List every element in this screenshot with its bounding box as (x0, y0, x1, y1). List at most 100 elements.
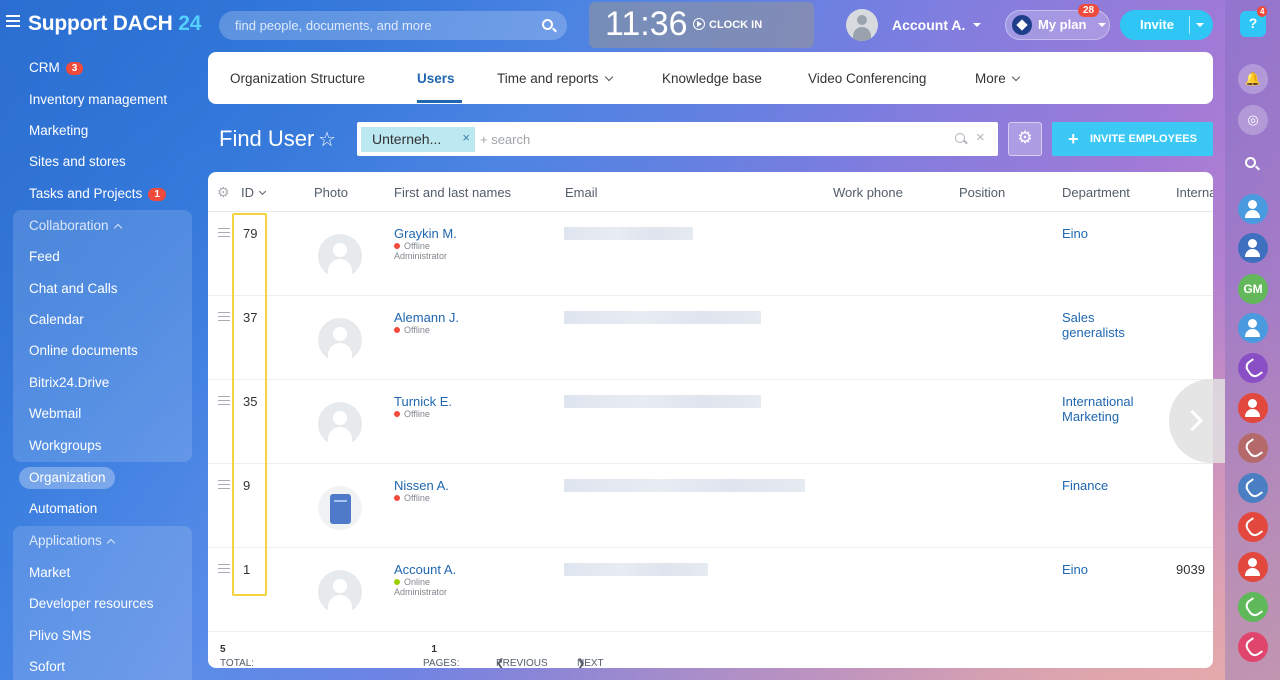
total-value: 5 (220, 644, 226, 655)
department-link[interactable]: Sales generalists (1062, 310, 1152, 340)
brand-logo[interactable]: Support DACH 24 (28, 12, 201, 36)
user-photo[interactable] (318, 318, 362, 362)
table-row[interactable]: 9 Nissen A. Offline Finance (208, 464, 1213, 548)
search-icon[interactable] (955, 133, 965, 143)
department-link[interactable]: International Marketing (1062, 394, 1152, 424)
sidebar-item-inventory[interactable]: Inventory management (29, 92, 167, 107)
star-icon[interactable]: ☆ (318, 127, 336, 152)
column-header-department[interactable]: Department (1062, 185, 1130, 200)
sidebar-item-feed[interactable]: Feed (29, 249, 60, 264)
column-header-internal[interactable]: Interna (1176, 185, 1213, 200)
sidebar-item-workgroups[interactable]: Workgroups (29, 438, 102, 453)
account-menu[interactable]: Account A. (846, 8, 982, 42)
chevron-down-icon[interactable] (1196, 23, 1204, 27)
sidebar-item-online-docs[interactable]: Online documents (29, 343, 138, 358)
sidebar-item-calendar[interactable]: Calendar (29, 312, 84, 327)
contact-avatar-icon[interactable] (1238, 194, 1268, 224)
tab-more[interactable]: More (975, 71, 1021, 86)
user-photo[interactable] (318, 570, 362, 614)
tab-video-conferencing[interactable]: Video Conferencing (808, 71, 926, 86)
table-row[interactable]: 35 Turnick E. Offline International Mark… (208, 380, 1213, 464)
settings-button[interactable]: ⚙ (1008, 122, 1042, 156)
filter-chip[interactable]: Unterneh... × (361, 127, 475, 152)
group-chat-icon[interactable] (1238, 552, 1268, 582)
phone-icon[interactable] (1238, 473, 1268, 503)
message-icon[interactable]: ◎ (1238, 105, 1268, 135)
column-header-work-phone[interactable]: Work phone (833, 185, 903, 200)
sidebar-item-organization[interactable]: Organization (29, 470, 106, 485)
user-photo[interactable] (318, 402, 362, 446)
user-name-link[interactable]: Turnick E. (394, 394, 452, 409)
sidebar-item-tasks[interactable]: Tasks and Projects 1 (29, 186, 166, 201)
column-header-email[interactable]: Email (565, 185, 598, 200)
search-icon[interactable] (542, 19, 553, 30)
sidebar-item-sofort[interactable]: Sofort (29, 659, 65, 674)
phone-icon[interactable] (1238, 512, 1268, 542)
contact-avatar-icon[interactable] (1238, 313, 1268, 343)
sidebar-item-marketing[interactable]: Marketing (29, 123, 88, 138)
contact-initials[interactable]: GM (1238, 274, 1268, 304)
tab-organization-structure[interactable]: Organization Structure (230, 71, 365, 86)
clear-icon[interactable]: × (976, 129, 985, 146)
table-row[interactable]: 1 Account A. Online Administrator Eino 9… (208, 548, 1213, 632)
group-chat-icon[interactable] (1238, 393, 1268, 423)
my-plan-button[interactable]: My plan 28 (1005, 4, 1110, 40)
hamburger-icon[interactable] (6, 15, 20, 27)
collaboration-group-title[interactable]: Collaboration (29, 218, 122, 233)
user-name-link[interactable]: Account A. (394, 562, 456, 577)
drag-handle-icon[interactable] (218, 312, 230, 321)
department-link[interactable]: Finance (1062, 478, 1152, 493)
chevron-right-icon: ❯ (577, 658, 586, 668)
sidebar-item-developer[interactable]: Developer resources (29, 596, 154, 611)
drag-handle-icon[interactable] (218, 564, 230, 573)
invite-button[interactable]: Invite (1120, 10, 1213, 40)
table-row[interactable]: 37 Alemann J. Offline Sales generalists (208, 296, 1213, 380)
phone-icon[interactable] (1238, 353, 1268, 383)
group-chat-icon[interactable] (1238, 233, 1268, 263)
sidebar-item-sites[interactable]: Sites and stores (29, 154, 126, 169)
sidebar-item-market[interactable]: Market (29, 565, 70, 580)
global-search-input[interactable]: find people, documents, and more (219, 11, 567, 40)
user-name-link[interactable]: Alemann J. (394, 310, 459, 325)
sidebar-item-plivo[interactable]: Plivo SMS (29, 628, 91, 643)
drag-handle-icon[interactable] (218, 228, 230, 237)
clock-in-button[interactable]: CLOCK IN (693, 18, 762, 31)
search-icon[interactable] (1245, 157, 1256, 168)
sidebar-item-chat[interactable]: Chat and Calls (29, 281, 118, 296)
column-header-name[interactable]: First and last names (394, 185, 511, 200)
department-link[interactable]: Eino (1062, 562, 1152, 577)
sidebar-item-webmail[interactable]: Webmail (29, 406, 81, 421)
sidebar-item-drive[interactable]: Bitrix24.Drive (29, 375, 109, 390)
drag-handle-icon[interactable] (218, 396, 230, 405)
sidebar-item-automation[interactable]: Automation (29, 501, 97, 516)
department-link[interactable]: Eino (1062, 226, 1152, 241)
column-header-position[interactable]: Position (959, 185, 1005, 200)
close-icon[interactable]: × (462, 130, 470, 145)
user-name-link[interactable]: Nissen A. (394, 478, 449, 493)
phone-icon[interactable] (1238, 433, 1268, 463)
table-row[interactable]: 79 Graykin M. Offline Administrator Eino (208, 212, 1213, 296)
tab-users[interactable]: Users (417, 71, 455, 86)
user-photo[interactable] (318, 486, 362, 530)
user-photo[interactable] (318, 234, 362, 278)
clock-time: 11:36 (605, 5, 688, 43)
gear-icon[interactable]: ⚙ (217, 184, 230, 201)
column-header-id[interactable]: ID (241, 185, 267, 200)
phone-icon[interactable] (1238, 632, 1268, 662)
tab-knowledge-base[interactable]: Knowledge base (662, 71, 762, 86)
clock-widget[interactable]: 11:36 CLOCK IN (589, 2, 814, 48)
status-dot-icon (394, 495, 400, 501)
search-placeholder: find people, documents, and more (235, 18, 432, 33)
invite-employees-button[interactable]: + INVITE EMPLOYEES (1052, 122, 1213, 156)
user-name-link[interactable]: Graykin M. (394, 226, 457, 241)
total-count: TOTAL: 5 (220, 644, 254, 668)
group-title-label: Applications (29, 533, 102, 548)
bell-icon[interactable]: 🔔 (1238, 64, 1268, 94)
tab-time-and-reports[interactable]: Time and reports (497, 71, 613, 86)
column-header-photo[interactable]: Photo (314, 185, 348, 200)
drag-handle-icon[interactable] (218, 480, 230, 489)
filter-search-input[interactable]: Unterneh... × + search × (357, 122, 998, 156)
sidebar-item-crm[interactable]: CRM 3 (29, 60, 84, 75)
applications-group-title[interactable]: Applications (29, 533, 116, 548)
phone-icon[interactable] (1238, 592, 1268, 622)
